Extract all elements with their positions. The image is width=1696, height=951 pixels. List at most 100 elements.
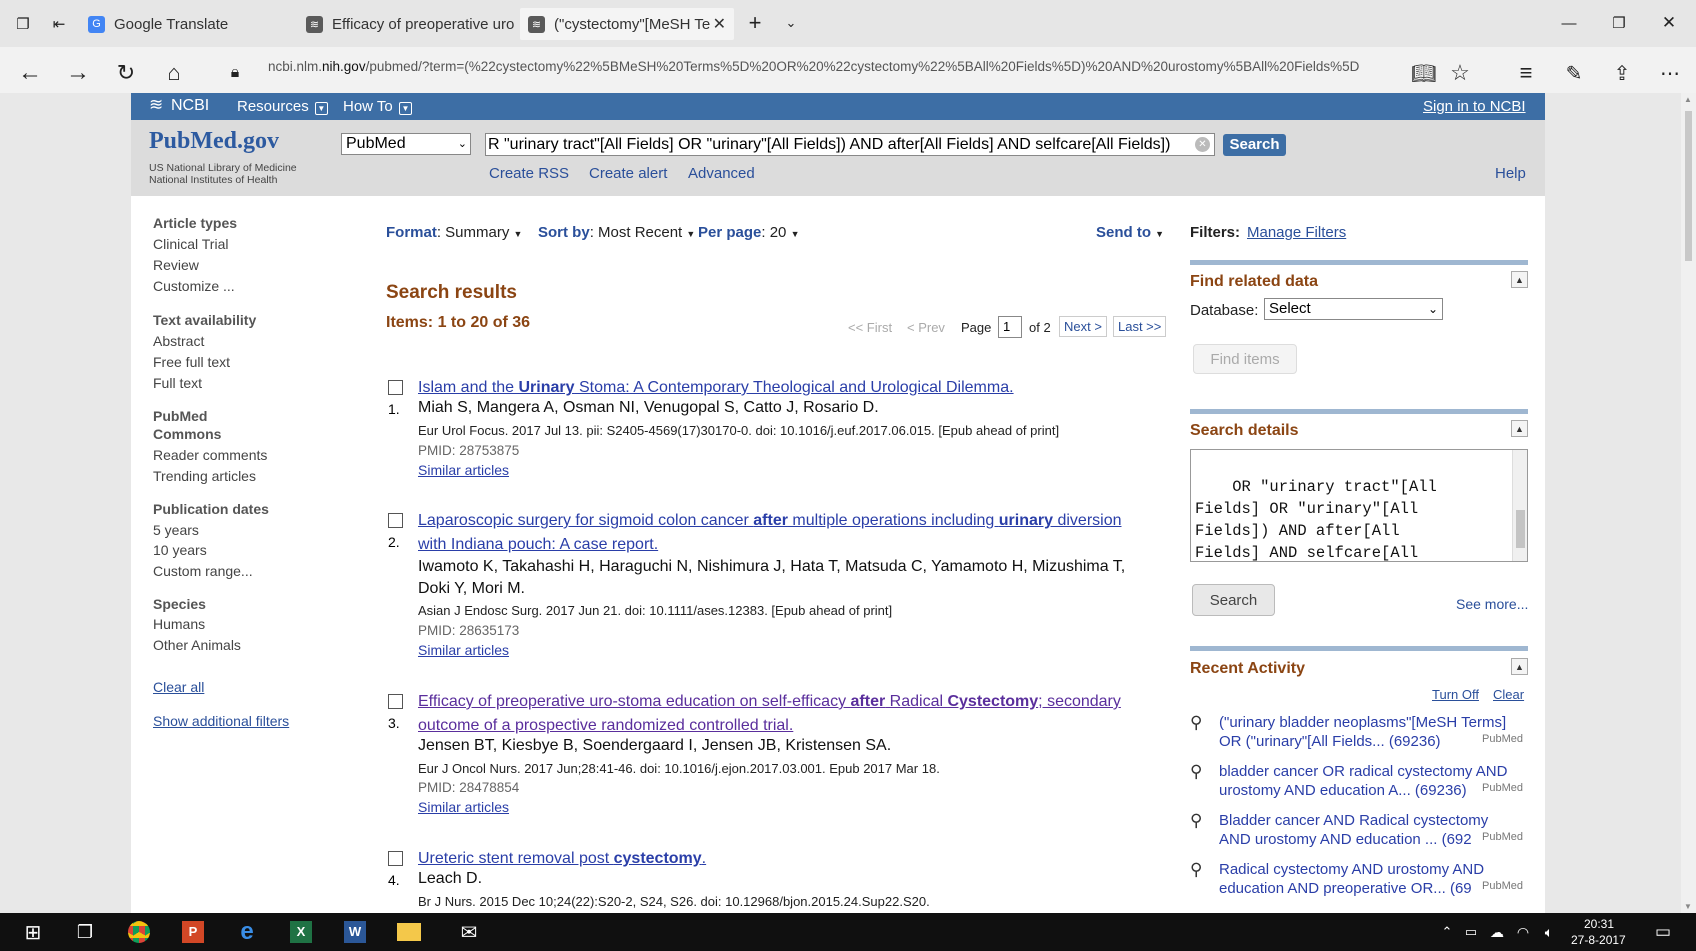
clear-search-icon[interactable]: ✕ <box>1195 137 1210 152</box>
pager-first[interactable]: << First <box>848 320 892 335</box>
recent-activity-item[interactable]: ⚲ Radical cystectomy AND urostomy AND ed… <box>1190 860 1528 904</box>
more-icon[interactable]: ⋯ <box>1656 59 1684 87</box>
filter-5-years[interactable]: 5 years <box>153 522 199 538</box>
filter-free-full-text[interactable]: Free full text <box>153 354 230 370</box>
pager-next[interactable]: Next > <box>1059 316 1107 337</box>
sort-dropdown[interactable]: Sort by: Most Recent ▼ <box>538 224 695 241</box>
clear-recent-link[interactable]: Clear <box>1493 687 1524 702</box>
url-field[interactable]: ncbi.nlm.nih.gov/pubmed/?term=(%22cystec… <box>268 59 1398 74</box>
search-details-textarea[interactable]: OR "urinary tract"[All Fields] OR "urina… <box>1190 449 1528 562</box>
tab-cystectomy[interactable]: ≋ ("cystectomy"[MeSH Te ✕ <box>520 8 734 40</box>
page-number-input[interactable]: 1 <box>998 316 1022 338</box>
chevron-down-icon[interactable]: ⌄ <box>778 10 804 36</box>
pager-prev[interactable]: < Prev <box>907 320 945 335</box>
hub-icon[interactable]: ≡ <box>1512 59 1540 87</box>
collapse-icon[interactable]: ▲ <box>1511 420 1528 437</box>
tab-efficacy[interactable]: ≋ Efficacy of preoperative uro <box>298 8 516 40</box>
back-arrow-icon[interactable]: ← <box>16 59 44 87</box>
manage-filters-link[interactable]: Manage Filters <box>1247 224 1346 241</box>
result-title[interactable]: Ureteric stent removal post cystectomy. <box>418 847 1118 871</box>
result-title[interactable]: Islam and the Urinary Stoma: A Contempor… <box>418 376 1118 400</box>
forward-arrow-icon[interactable]: → <box>64 59 92 87</box>
set-aside-tabs-icon[interactable]: ⇤ <box>46 12 72 36</box>
similar-articles-link[interactable]: Similar articles <box>418 799 509 815</box>
sign-in-link[interactable]: Sign in to NCBI <box>1423 98 1526 115</box>
maximize-icon[interactable]: ❐ <box>1606 10 1632 36</box>
task-view-icon[interactable]: ❐ <box>70 918 100 946</box>
turn-off-link[interactable]: Turn Off <box>1432 687 1479 702</box>
volume-icon[interactable]: 🔈︎ <box>1534 918 1564 946</box>
filter-custom-range[interactable]: Custom range... <box>153 563 253 579</box>
filter-reader-comments[interactable]: Reader comments <box>153 447 267 463</box>
ncbi-logo-icon[interactable]: ≋ <box>149 95 163 115</box>
excel-icon[interactable]: X <box>286 918 316 946</box>
filter-clinical-trial[interactable]: Clinical Trial <box>153 236 228 252</box>
edge-icon[interactable]: e <box>232 918 262 946</box>
send-to-dropdown[interactable]: Send to ▼ <box>1096 224 1164 241</box>
windows-start-icon[interactable]: ⊞ <box>18 918 48 946</box>
recent-activity-item[interactable]: ⚲ Bladder cancer AND Radical cystectomy … <box>1190 811 1528 855</box>
resources-menu[interactable]: Resources ▼ <box>237 98 328 115</box>
filter-trending-articles[interactable]: Trending articles <box>153 468 256 484</box>
close-tab-icon[interactable]: ✕ <box>713 14 726 34</box>
advanced-link[interactable]: Advanced <box>688 165 755 182</box>
result-checkbox[interactable] <box>388 694 403 709</box>
ncbi-logo[interactable]: NCBI <box>171 97 209 115</box>
database-select[interactable]: PubMed ⌄ <box>341 133 471 155</box>
filter-review[interactable]: Review <box>153 257 199 273</box>
create-rss-link[interactable]: Create RSS <box>489 165 569 182</box>
textarea-scroll-thumb[interactable] <box>1516 510 1525 548</box>
notifications-icon[interactable]: ▭ <box>1648 918 1678 946</box>
similar-articles-link[interactable]: Similar articles <box>418 642 509 658</box>
scroll-down-icon[interactable]: ▼ <box>1684 902 1692 911</box>
textarea-scrollbar[interactable] <box>1512 450 1527 561</box>
filter-abstract[interactable]: Abstract <box>153 333 204 349</box>
per-page-dropdown[interactable]: Per page: 20 ▼ <box>698 224 800 241</box>
pubmed-logo[interactable]: PubMed.gov <box>149 128 279 155</box>
clock-date[interactable]: 27-8-2017 <box>1571 933 1626 947</box>
powerpoint-icon[interactable]: P <box>178 918 208 946</box>
help-link[interactable]: Help <box>1495 165 1526 182</box>
refresh-icon[interactable]: ↻ <box>112 59 140 87</box>
page-scroll-thumb[interactable] <box>1685 111 1692 261</box>
word-icon[interactable]: W <box>340 918 370 946</box>
recent-activity-item[interactable]: ⚲ bladder cancer OR radical cystectomy A… <box>1190 762 1528 806</box>
result-title[interactable]: Laparoscopic surgery for sigmoid colon c… <box>418 509 1128 557</box>
close-window-icon[interactable]: ✕ <box>1656 10 1682 36</box>
howto-menu[interactable]: How To ▼ <box>343 98 412 115</box>
filter-other-animals[interactable]: Other Animals <box>153 637 241 653</box>
favorite-star-icon[interactable]: ☆ <box>1446 59 1474 87</box>
collapse-icon[interactable]: ▲ <box>1511 658 1528 675</box>
web-note-icon[interactable]: ✎ <box>1560 59 1588 87</box>
see-more-link[interactable]: See more... <box>1456 596 1528 612</box>
recent-activity-item[interactable]: ⚲ ("urinary bladder neoplasms"[MeSH Term… <box>1190 713 1528 757</box>
result-checkbox[interactable] <box>388 513 403 528</box>
create-alert-link[interactable]: Create alert <box>589 165 667 182</box>
scroll-up-icon[interactable]: ▲ <box>1684 95 1692 104</box>
similar-articles-link[interactable]: Similar articles <box>418 462 509 478</box>
result-checkbox[interactable] <box>388 851 403 866</box>
home-icon[interactable]: ⌂ <box>160 59 188 87</box>
show-additional-filters-link[interactable]: Show additional filters <box>153 713 289 729</box>
minimize-icon[interactable]: — <box>1556 10 1582 36</box>
search-details-button[interactable]: Search <box>1192 584 1275 616</box>
clear-all-link[interactable]: Clear all <box>153 679 204 695</box>
search-button[interactable]: Search <box>1223 134 1286 156</box>
mail-icon[interactable]: ✉ <box>454 918 484 946</box>
filter-full-text[interactable]: Full text <box>153 375 202 391</box>
format-dropdown[interactable]: Format: Summary ▼ <box>386 224 522 241</box>
chrome-icon[interactable] <box>124 918 154 946</box>
filter-customize[interactable]: Customize ... <box>153 278 235 294</box>
find-items-button[interactable]: Find items <box>1193 344 1297 374</box>
file-explorer-icon[interactable] <box>394 918 424 946</box>
search-input[interactable]: R "urinary tract"[All Fields] OR "urinar… <box>485 133 1215 156</box>
reading-view-icon[interactable]: 📖︎ <box>1410 59 1438 87</box>
result-checkbox[interactable] <box>388 380 403 395</box>
page-scrollbar[interactable]: ▲ ▼ <box>1681 93 1696 913</box>
filter-10-years[interactable]: 10 years <box>153 542 207 558</box>
pager-last[interactable]: Last >> <box>1113 316 1167 337</box>
database-related-select[interactable]: Select ⌄ <box>1264 298 1443 320</box>
clock-time[interactable]: 20:31 <box>1584 917 1614 931</box>
collapse-icon[interactable]: ▲ <box>1511 271 1528 288</box>
new-tab-icon[interactable]: + <box>742 10 768 36</box>
